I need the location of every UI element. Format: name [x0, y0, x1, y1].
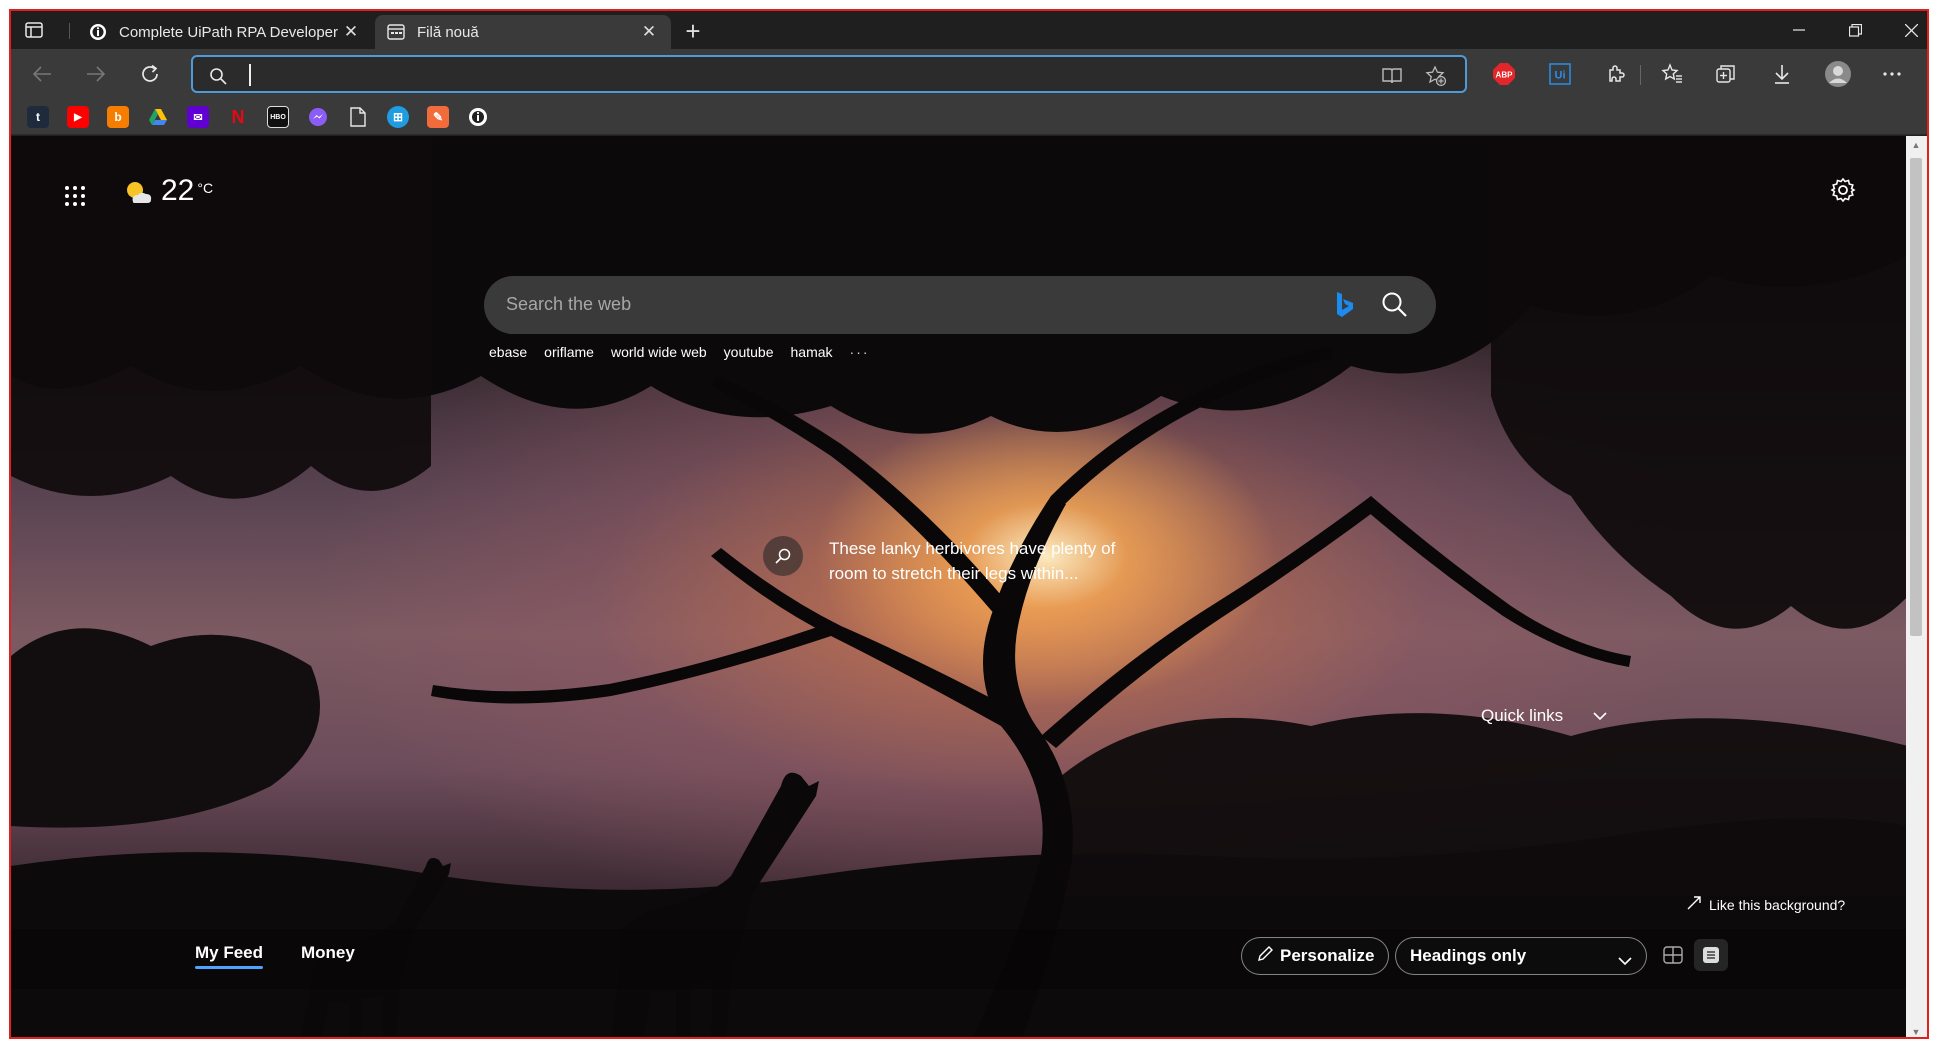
favorites-bar: t ▶ b ✉ N HBO ⊞ ✎: [11, 97, 1927, 135]
refresh-icon[interactable]: [135, 59, 165, 89]
add-favorite-icon[interactable]: [1423, 63, 1449, 89]
uipath-academy-icon[interactable]: [467, 106, 489, 128]
temperature-unit: °C: [197, 180, 214, 196]
list-layout-icon[interactable]: [1694, 939, 1728, 971]
weather-widget[interactable]: 22 °C: [123, 174, 213, 213]
trending-search-link[interactable]: ebase: [489, 344, 527, 360]
close-tab-icon[interactable]: ✕: [639, 22, 659, 42]
svg-text:Ui: Ui: [1555, 70, 1566, 82]
bing-logo-icon[interactable]: [1332, 290, 1358, 320]
search-icon: [205, 63, 231, 89]
quick-links-label: Quick links: [1481, 706, 1564, 725]
partly-sunny-icon: [123, 174, 153, 213]
tab-money[interactable]: Money: [301, 943, 355, 963]
quick-links-toggle[interactable]: Quick links: [1481, 706, 1607, 726]
new-tab-page: 22 °C Search the web ebase oriflame worl…: [11, 136, 1908, 1037]
feed-view-select[interactable]: Headings only: [1395, 937, 1647, 975]
tab-title: Complete UiPath RPA Developer: [119, 23, 338, 41]
background-caption[interactable]: These lanky herbivores have plenty of ro…: [829, 536, 1139, 586]
youtube-icon[interactable]: ▶: [67, 106, 89, 128]
text-caret: [249, 64, 251, 86]
gear-icon[interactable]: [1829, 176, 1859, 206]
restore-icon[interactable]: [1827, 11, 1883, 49]
search-placeholder: Search the web: [506, 294, 632, 314]
downloads-icon[interactable]: [1767, 59, 1797, 89]
personalize-button[interactable]: Personalize: [1241, 937, 1389, 975]
scroll-up-icon[interactable]: ▲: [1911, 140, 1921, 150]
trending-search-link[interactable]: hamak: [791, 344, 833, 360]
pencil-icon: [1256, 945, 1274, 968]
tab-title: Filă nouă: [417, 23, 479, 41]
trending-search-link[interactable]: oriflame: [544, 344, 594, 360]
image-info-search-icon[interactable]: [763, 536, 803, 576]
trending-search-link[interactable]: world wide web: [611, 344, 707, 360]
more-trending-icon[interactable]: ···: [850, 344, 870, 360]
tumblr-icon[interactable]: t: [27, 106, 49, 128]
new-tab-button[interactable]: +: [679, 16, 707, 46]
windows-app-icon[interactable]: ⊞: [387, 106, 409, 128]
browser-window: Complete UiPath RPA Developer ✕ Filă nou…: [9, 9, 1929, 1039]
vertical-scrollbar[interactable]: ▲ ▼: [1906, 136, 1927, 1037]
collections-icon[interactable]: [1711, 59, 1741, 89]
minimize-icon[interactable]: [1771, 11, 1827, 49]
netflix-icon[interactable]: N: [227, 106, 249, 128]
blogger-icon[interactable]: b: [107, 106, 129, 128]
close-window-icon[interactable]: [1883, 11, 1927, 49]
feed-navigation-bar: My Feed Money Personalize Headings only: [11, 929, 1908, 989]
forward-icon[interactable]: [81, 59, 111, 89]
grid-layout-icon[interactable]: [1656, 939, 1690, 971]
favorites-icon[interactable]: [1657, 59, 1687, 89]
navigation-toolbar: ABP Ui: [11, 49, 1927, 97]
web-search-box[interactable]: Search the web: [484, 276, 1436, 334]
messenger-icon[interactable]: [307, 106, 329, 128]
like-background-label: Like this background?: [1709, 896, 1846, 913]
uipath-extension-icon[interactable]: Ui: [1545, 59, 1575, 89]
scrollbar-thumb[interactable]: [1910, 158, 1922, 636]
uipath-favicon-icon: [89, 23, 107, 41]
close-tab-icon[interactable]: ✕: [341, 22, 361, 42]
new-tab-favicon-icon: [387, 23, 405, 41]
more-options-icon[interactable]: [1877, 59, 1907, 89]
tab-my-feed[interactable]: My Feed: [195, 943, 264, 969]
hbo-go-icon[interactable]: HBO: [267, 106, 289, 128]
toolbar-divider: [1640, 65, 1641, 85]
yahoo-mail-icon[interactable]: ✉: [187, 106, 209, 128]
tab-separator: [69, 23, 70, 39]
page-icon[interactable]: [347, 106, 369, 128]
immersive-reader-icon[interactable]: [1379, 63, 1405, 89]
tab-new-tab[interactable]: Filă nouă ✕: [375, 15, 671, 49]
extensions-icon[interactable]: [1601, 59, 1631, 89]
chevron-down-icon: [1593, 706, 1607, 726]
temperature-value: 22: [161, 174, 195, 207]
scroll-down-icon[interactable]: ▼: [1911, 1027, 1921, 1037]
svg-text:ABP: ABP: [1496, 71, 1514, 80]
tab-uipath[interactable]: Complete UiPath RPA Developer ✕: [77, 15, 373, 49]
google-drive-icon[interactable]: [147, 106, 169, 128]
chevron-down-icon: [1618, 951, 1632, 971]
background-image: [11, 136, 1908, 1037]
draw-app-icon[interactable]: ✎: [427, 106, 449, 128]
personalize-label: Personalize: [1280, 946, 1375, 965]
search-icon[interactable]: [1380, 290, 1410, 320]
feed-view-value: Headings only: [1410, 946, 1527, 965]
profile-avatar[interactable]: [1823, 59, 1853, 89]
adblock-plus-icon[interactable]: ABP: [1489, 59, 1519, 89]
trending-searches: ebase oriflame world wide web youtube ha…: [489, 344, 887, 360]
title-bar: Complete UiPath RPA Developer ✕ Filă nou…: [11, 11, 1927, 49]
expand-icon: [1687, 896, 1701, 913]
like-background-button[interactable]: Like this background?: [1687, 896, 1845, 913]
back-icon[interactable]: [27, 59, 57, 89]
apps-launcher-icon[interactable]: [63, 184, 89, 210]
trending-search-link[interactable]: youtube: [724, 344, 774, 360]
address-bar[interactable]: [191, 55, 1467, 93]
tab-actions-icon[interactable]: [23, 19, 45, 41]
